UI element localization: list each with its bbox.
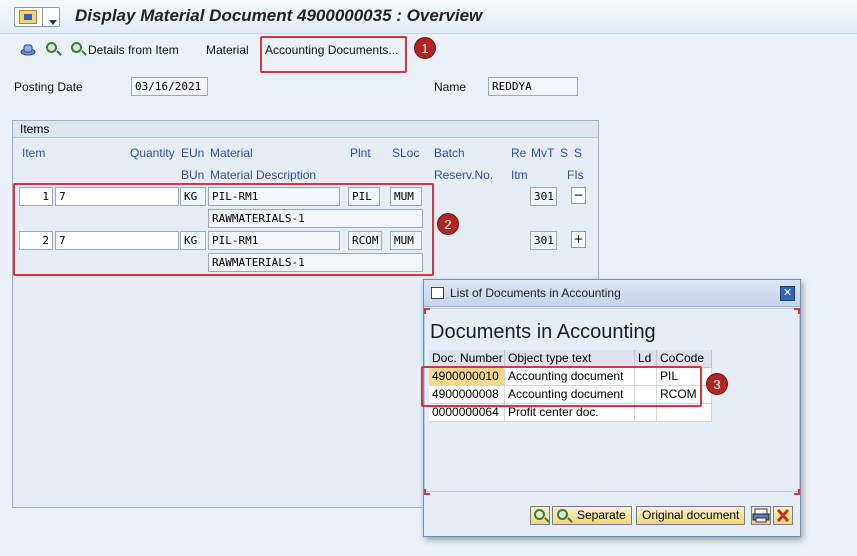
col-item: Item [22, 146, 46, 160]
posting-date-label: Posting Date [14, 80, 83, 94]
name-label: Name [434, 80, 467, 94]
close-icon[interactable]: ✕ [780, 286, 795, 301]
application-toolbar: Details from Item Material Accounting Do… [0, 35, 857, 73]
corner-mark [794, 308, 800, 314]
display-button[interactable] [45, 41, 61, 57]
separate-magnifier-icon [557, 509, 568, 520]
system-menu-button[interactable] [14, 7, 60, 27]
material-button[interactable]: Material [206, 43, 249, 57]
original-document-button[interactable]: Original document [636, 506, 746, 525]
separate-button[interactable]: Separate [552, 506, 632, 525]
corner-mark [794, 489, 800, 495]
col-material: Material [210, 146, 253, 160]
col-fis: FIs [567, 168, 584, 182]
annotation-badge-1: 1 [414, 37, 436, 59]
col-quantity: Quantity [130, 146, 175, 160]
posting-date-field[interactable]: 03/16/2021 [131, 77, 208, 96]
col-itm: Itm [511, 168, 528, 182]
dialog-title: List of Documents in Accounting [450, 286, 621, 300]
col-s1: S [560, 146, 569, 160]
menu-divider [42, 8, 43, 26]
page-title: Display Material Document 4900000035 : O… [75, 6, 483, 25]
magnifier-icon [46, 42, 57, 53]
annotation-badge-2: 2 [437, 213, 459, 235]
col-s2: S [574, 146, 583, 160]
col-plnt: Plnt [350, 146, 371, 160]
highlight-box-2 [13, 183, 434, 276]
col-mvt: MvT [531, 146, 555, 160]
highlight-box-3 [421, 366, 702, 407]
choose-magnifier-icon [534, 509, 545, 520]
choose-button[interactable] [530, 506, 550, 525]
printer-icon [752, 508, 770, 523]
debit-credit-indicator[interactable]: − [571, 187, 586, 204]
corner-mark [424, 489, 430, 495]
col-sloc: SLoc [392, 146, 420, 160]
col-reserv-no: Reserv.No. [434, 168, 494, 182]
title-bar: Display Material Document 4900000035 : O… [0, 0, 857, 34]
sap-menu-icon [19, 10, 37, 24]
document-list-icon [431, 287, 444, 299]
accounting-documents-dialog: List of Documents in Accounting ✕ Docume… [421, 279, 801, 537]
details-from-item-button[interactable]: Details from Item [88, 43, 179, 57]
other-document-button[interactable] [20, 41, 36, 57]
col-batch: Batch [434, 146, 465, 160]
col-bun: BUn [181, 168, 205, 182]
annotation-badge-3: 3 [706, 373, 728, 395]
col-material-description: Material Description [210, 168, 317, 182]
separate-button-label: Separate [577, 508, 626, 522]
details-magnifier-icon [71, 42, 82, 53]
debit-credit-indicator[interactable]: + [571, 231, 586, 248]
movement-type-field[interactable]: 301 [530, 187, 557, 206]
movement-type-field[interactable]: 301 [530, 231, 557, 250]
name-field[interactable]: REDDYA [488, 77, 578, 96]
corner-mark [424, 308, 430, 314]
cancel-x-icon [776, 508, 790, 523]
dialog-title-bar: List of Documents in Accounting ✕ [424, 280, 800, 307]
chevron-down-icon [49, 20, 57, 25]
print-button[interactable] [751, 506, 771, 525]
col-eun: EUn [181, 146, 205, 160]
hat-icon [20, 44, 36, 56]
details-icon-button[interactable] [70, 41, 86, 57]
dialog-heading: Documents in Accounting [430, 321, 656, 343]
items-group-title: Items [13, 121, 598, 138]
highlight-box-1 [260, 36, 407, 73]
cancel-button[interactable] [773, 506, 793, 525]
col-re: Re [511, 146, 527, 160]
